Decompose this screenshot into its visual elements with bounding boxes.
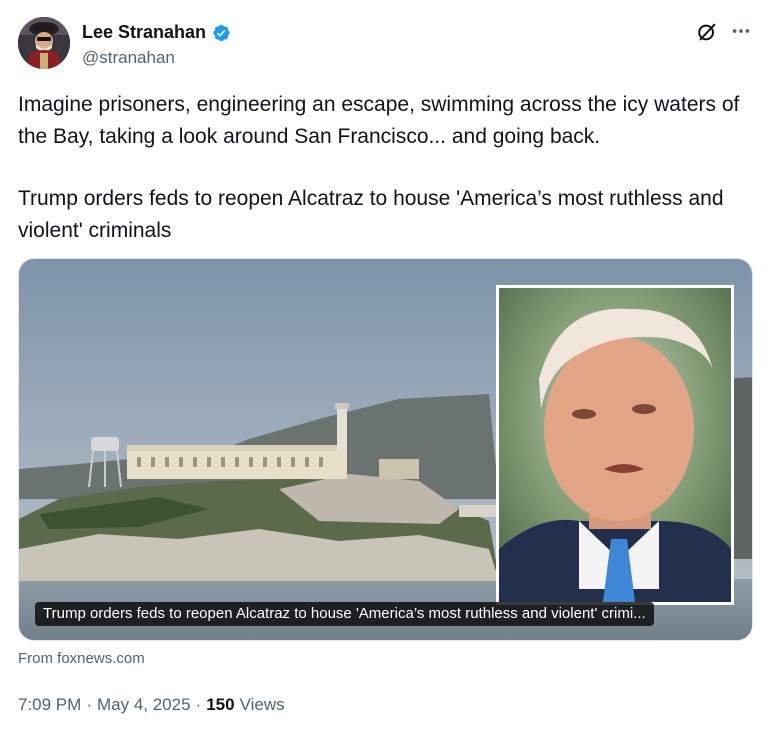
link-card-caption: Trump orders feds to reopen Alcatraz to … [35,602,654,626]
meta-separator: · [86,695,92,714]
link-card-image [19,259,752,640]
more-icon[interactable] [730,20,752,42]
post-text: Imagine prisoners, engineering an escape… [18,89,753,246]
post-time[interactable]: 7:09 PM [18,695,81,715]
post-paragraph: Imagine prisoners, engineering an escape… [18,93,740,148]
author-name-row: Lee Stranahan [82,22,231,43]
author-display-name[interactable]: Lee Stranahan [82,22,206,43]
meta-separator: · [195,695,202,714]
views-count: 150 [206,695,235,714]
link-card[interactable]: Trump orders feds to reopen Alcatraz to … [18,258,753,641]
post-meta: 7:09 PM · May 4, 2025 · 150 Views [18,695,285,715]
views-label: Views [239,695,285,714]
post-date[interactable]: May 4, 2025 [97,695,191,715]
grok-icon[interactable] [696,21,718,43]
author-handle[interactable]: @stranahan [82,48,175,68]
post-header: Lee Stranahan @stranahan [18,17,758,69]
author-avatar[interactable] [18,17,70,69]
verified-badge-icon [213,24,230,41]
link-source[interactable]: From foxnews.com [18,650,145,667]
post-paragraph: Trump orders feds to reopen Alcatraz to … [18,187,724,242]
